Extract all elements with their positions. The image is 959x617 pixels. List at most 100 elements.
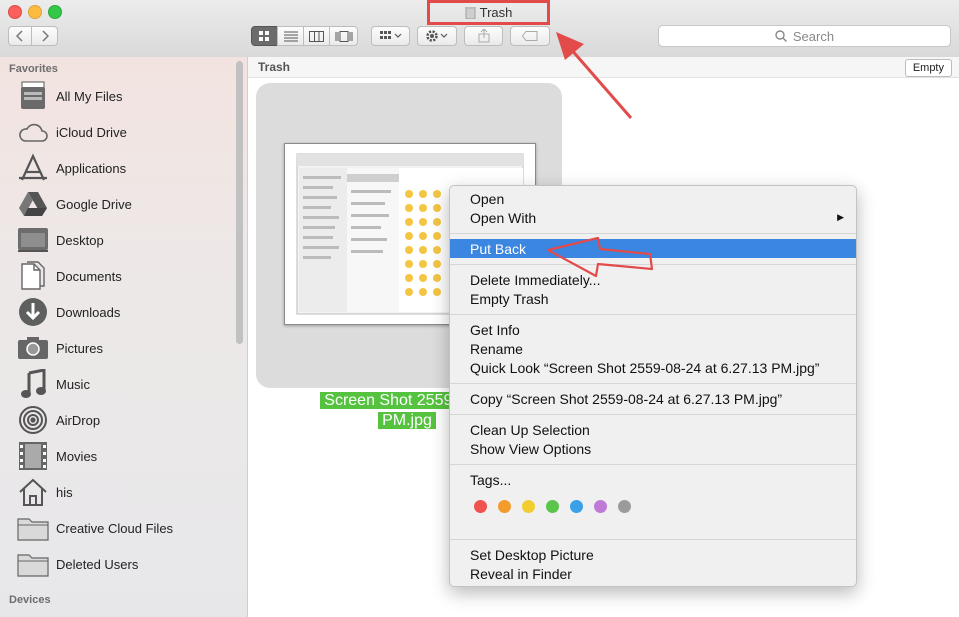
- finder-window: Trash Search Favorites All My Files iClo…: [0, 0, 959, 617]
- sidebar-item-label: Applications: [56, 160, 127, 176]
- tag-color-dot[interactable]: [594, 500, 607, 513]
- tag-color-dot[interactable]: [618, 500, 631, 513]
- sidebar-item-downloads[interactable]: Downloads: [16, 295, 236, 329]
- chevron-right-icon: [41, 30, 49, 42]
- menu-item-delete-immediately[interactable]: Delete Immediately...: [450, 270, 856, 289]
- airdrop-icon: [16, 404, 49, 437]
- icon-view-button[interactable]: [251, 26, 278, 46]
- desktop-icon: [16, 224, 49, 257]
- menu-separator: [450, 414, 856, 415]
- menu-item-put-back[interactable]: Put Back: [450, 239, 856, 258]
- menu-item-empty-trash[interactable]: Empty Trash: [450, 289, 856, 308]
- share-icon: [478, 29, 489, 43]
- sidebar-item-label: Deleted Users: [56, 556, 139, 572]
- sidebar-item-home[interactable]: his: [16, 475, 236, 509]
- menu-item-label: Open: [470, 190, 505, 207]
- tag-color-dot[interactable]: [498, 500, 511, 513]
- film-icon: [16, 440, 49, 473]
- menu-item-label: Empty Trash: [470, 290, 549, 307]
- tag-icon: [522, 31, 538, 41]
- menu-item-reveal-in-finder[interactable]: Reveal in Finder: [450, 564, 856, 583]
- tag-color-dot[interactable]: [546, 500, 559, 513]
- sidebar-item-label: Documents: [56, 268, 122, 284]
- forward-button[interactable]: [32, 26, 58, 46]
- chevron-left-icon: [16, 30, 23, 42]
- sidebar-item-google-drive[interactable]: Google Drive: [16, 187, 236, 221]
- submenu-arrow-icon: ▶: [837, 212, 844, 222]
- sidebar-item-music[interactable]: Music: [16, 367, 236, 401]
- search-placeholder: Search: [792, 28, 835, 44]
- menu-item-tags[interactable]: Tags...: [450, 470, 856, 489]
- arrange-grid-icon: [379, 31, 401, 39]
- sidebar-item-creative-cloud-files[interactable]: Creative Cloud Files: [16, 511, 236, 545]
- sidebar-item-label: iCloud Drive: [56, 124, 127, 140]
- window-title: Trash: [479, 5, 513, 20]
- folder-icon: [16, 512, 49, 545]
- sidebar-item-label: Pictures: [56, 340, 103, 356]
- list-view-button[interactable]: [277, 26, 304, 46]
- sidebar-item-icloud-drive[interactable]: iCloud Drive: [16, 115, 236, 149]
- tag-color-dot[interactable]: [570, 500, 583, 513]
- empty-trash-button[interactable]: Empty: [904, 59, 952, 77]
- search-input[interactable]: Search: [658, 25, 951, 47]
- menu-separator: [450, 233, 856, 234]
- zoom-window-button[interactable]: [48, 5, 62, 19]
- gear-icon: [426, 30, 448, 42]
- menu-item-label: Show View Options: [470, 440, 592, 457]
- toolbar: Trash Search: [0, 0, 959, 58]
- menu-item-open[interactable]: Open: [450, 189, 856, 208]
- back-button[interactable]: [8, 26, 32, 46]
- menu-separator: [450, 539, 856, 540]
- close-window-button[interactable]: [8, 5, 22, 19]
- sidebar-item-label: Desktop: [56, 232, 104, 248]
- sidebar-item-desktop[interactable]: Desktop: [16, 223, 236, 257]
- sidebar-item-pictures[interactable]: Pictures: [16, 331, 236, 365]
- menu-item-get-info[interactable]: Get Info: [450, 320, 856, 339]
- menu-item-show-view-options[interactable]: Show View Options: [450, 439, 856, 458]
- icon-grid-icon: [259, 30, 269, 41]
- minimize-window-button[interactable]: [28, 5, 42, 19]
- menu-separator: [450, 314, 856, 315]
- devices-heading: Devices: [9, 594, 51, 606]
- sidebar-item-label: Downloads: [56, 304, 121, 320]
- menu-item-quick-look[interactable]: Quick Look “Screen Shot 2559-08-24 at 6.…: [450, 358, 856, 377]
- sidebar-item-label: Music: [56, 376, 90, 392]
- menu-item-label: Quick Look “Screen Shot 2559-08-24 at 6.…: [470, 359, 820, 376]
- google-drive-icon: [16, 188, 49, 221]
- menu-item-open-with[interactable]: Open With ▶: [450, 208, 856, 227]
- context-menu: Open Open With ▶ Put Back Delete Immediat…: [449, 185, 857, 587]
- sidebar: Favorites All My Files iCloud Drive Appl…: [0, 57, 248, 617]
- column-view-button[interactable]: [303, 26, 330, 46]
- sidebar-item-documents[interactable]: Documents: [16, 259, 236, 293]
- action-button[interactable]: [417, 26, 457, 46]
- arrange-button[interactable]: [371, 26, 410, 46]
- menu-item-label: Copy “Screen Shot 2559-08-24 at 6.27.13 …: [470, 390, 783, 407]
- share-button[interactable]: [464, 26, 503, 46]
- camera-icon: [16, 332, 49, 365]
- menu-item-copy[interactable]: Copy “Screen Shot 2559-08-24 at 6.27.13 …: [450, 389, 856, 408]
- folder-icon: [16, 548, 49, 581]
- cover-flow-button[interactable]: [329, 26, 358, 46]
- sidebar-item-airdrop[interactable]: AirDrop: [16, 403, 236, 437]
- menu-item-label: Reveal in Finder: [470, 565, 572, 582]
- menu-item-label: Set Desktop Picture: [470, 546, 594, 563]
- menu-item-clean-up-selection[interactable]: Clean Up Selection: [450, 420, 856, 439]
- view-mode-segmented-control: [251, 26, 358, 46]
- sidebar-item-all-my-files[interactable]: All My Files: [16, 79, 236, 113]
- sidebar-item-deleted-users[interactable]: Deleted Users: [16, 547, 236, 581]
- sidebar-scrollbar[interactable]: [236, 61, 243, 344]
- edit-tags-button[interactable]: [510, 26, 550, 46]
- sidebar-item-movies[interactable]: Movies: [16, 439, 236, 473]
- menu-item-label: Get Info: [470, 321, 520, 338]
- tag-color-dot[interactable]: [474, 500, 487, 513]
- menu-item-rename[interactable]: Rename: [450, 339, 856, 358]
- file-name-line-2: PM.jpg: [378, 412, 436, 429]
- sidebar-item-label: Google Drive: [56, 196, 132, 212]
- sidebar-item-applications[interactable]: Applications: [16, 151, 236, 185]
- list-icon: [283, 31, 298, 41]
- menu-item-set-desktop-picture[interactable]: Set Desktop Picture: [450, 545, 856, 564]
- tag-color-dot[interactable]: [522, 500, 535, 513]
- menu-item-label: Put Back: [470, 240, 527, 257]
- home-icon: [16, 476, 49, 509]
- cloud-icon: [16, 116, 49, 149]
